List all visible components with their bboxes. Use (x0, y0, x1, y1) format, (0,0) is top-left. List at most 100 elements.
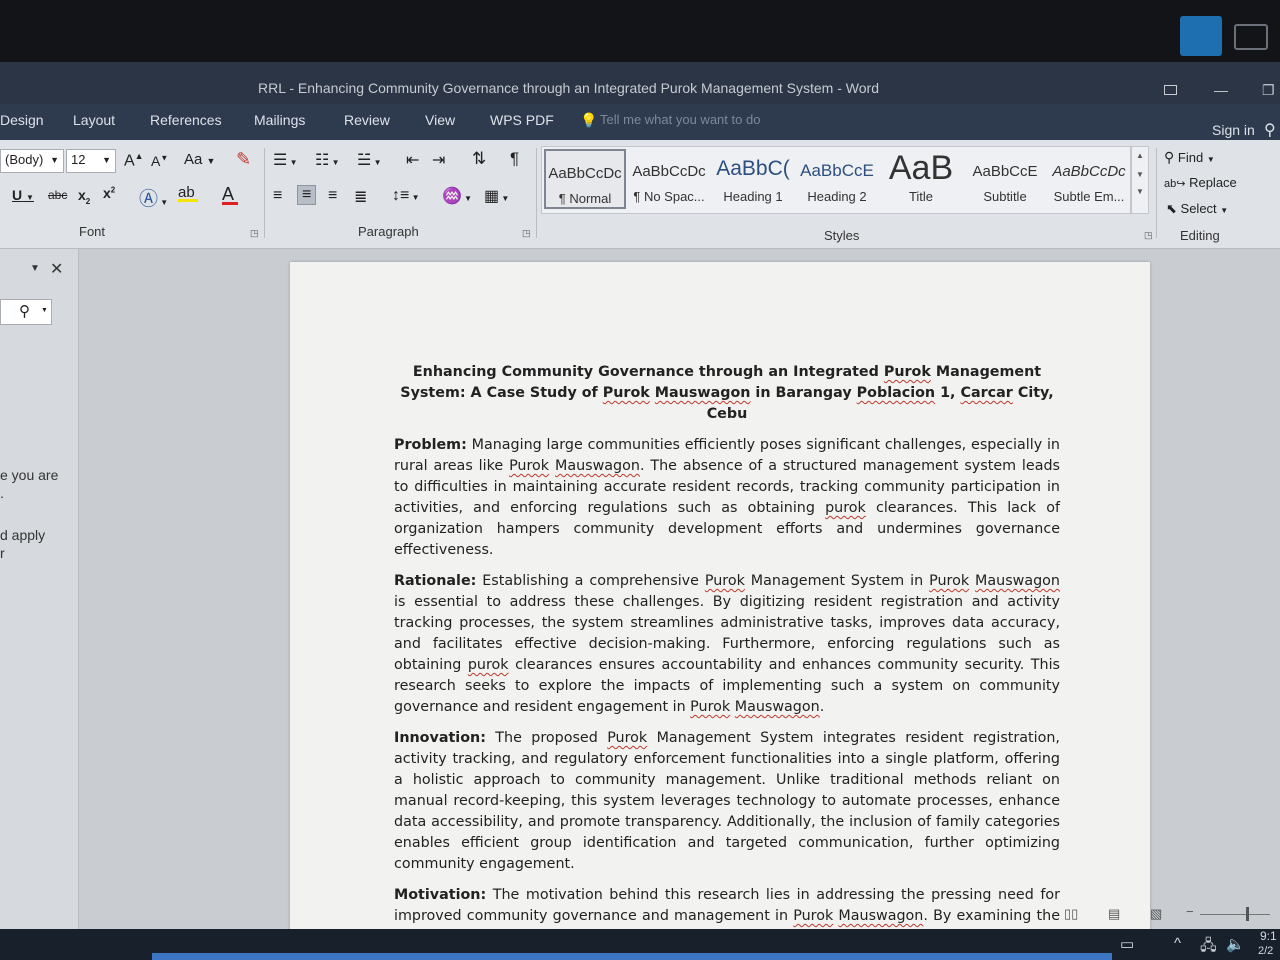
tab-mailings[interactable]: Mailings (254, 112, 305, 128)
tab-design[interactable]: Design (0, 112, 44, 128)
subscript-button[interactable]: x2 (78, 187, 90, 206)
underline-button[interactable]: U ▼ (12, 187, 34, 203)
group-divider (264, 148, 265, 238)
justify-icon[interactable]: ≣ (354, 187, 367, 207)
replace-button[interactable]: ab↪ Replace (1164, 175, 1237, 190)
font-name-dropdown[interactable]: (Body) ▼ (0, 149, 64, 173)
style-no-spacing[interactable]: AaBbCcDc ¶ No Spac... (628, 149, 710, 209)
ribbon-display-options-icon[interactable] (1164, 82, 1177, 98)
highlight-color-icon[interactable]: ab (178, 184, 198, 202)
nav-search-input[interactable]: ⚲ ▼ (0, 299, 52, 325)
spelling-flag[interactable]: purok (825, 500, 866, 516)
document-page[interactable]: Enhancing Community Governance through a… (290, 262, 1150, 932)
superscript-button[interactable]: x2 (103, 185, 115, 201)
font-size-dropdown[interactable]: 12 ▼ (66, 149, 116, 173)
tab-wps-pdf[interactable]: WPS PDF (490, 112, 554, 128)
spelling-flag[interactable]: Purok (607, 730, 647, 746)
style-sample: AaBbC( (716, 157, 790, 180)
font-color-icon[interactable]: A (222, 184, 238, 205)
underline-label: U (12, 187, 23, 203)
style-subtle-emphasis[interactable]: AaBbCcDc Subtle Em... (1048, 149, 1130, 209)
style-heading-2[interactable]: AaBbCcE Heading 2 (796, 149, 878, 209)
multilevel-list-icon[interactable]: ☱ ▼ (357, 150, 381, 170)
tab-layout[interactable]: Layout (73, 112, 115, 128)
network-icon[interactable]: 🖧 (1200, 935, 1217, 960)
tab-review[interactable]: Review (344, 112, 390, 128)
line-spacing-icon[interactable]: ↕≡ ▼ (392, 187, 419, 205)
align-left-icon[interactable]: ≡ (273, 187, 282, 205)
tab-references[interactable]: References (150, 112, 222, 128)
style-sample: AaBbCcE (800, 161, 874, 180)
chevron-down-icon[interactable]: ▼ (1132, 170, 1148, 179)
web-layout-icon[interactable]: ▧ (1150, 906, 1162, 922)
more-styles-icon[interactable]: ▼ (1132, 187, 1148, 196)
text-effects-icon[interactable]: Ⓐ ▼ (139, 184, 168, 211)
styles-dialog-launcher-icon[interactable]: ◳ (1144, 230, 1153, 241)
tell-me-search[interactable]: Tell me what you want to do (600, 112, 760, 127)
spelling-flag[interactable]: purok (468, 657, 509, 673)
volume-icon[interactable]: 🔈 (1226, 935, 1245, 953)
spelling-flag[interactable]: Purok (793, 908, 833, 924)
maximize-button[interactable]: ❐ (1262, 82, 1275, 99)
align-center-icon[interactable]: ≡ (297, 185, 317, 205)
shrink-font-button[interactable]: A▼ (151, 153, 168, 169)
paragraph-dialog-launcher-icon[interactable]: ◳ (522, 228, 531, 239)
style-heading-1[interactable]: AaBbC( Heading 1 (712, 149, 794, 209)
zoom-slider[interactable] (1200, 914, 1270, 915)
show-marks-icon[interactable]: ¶ (510, 149, 519, 169)
zoom-slider-thumb[interactable] (1246, 907, 1249, 921)
document-body[interactable]: Enhancing Community Governance through a… (394, 362, 1060, 932)
styles-gallery-scrollbar[interactable]: ▲ ▼ ▼ (1131, 146, 1149, 214)
spelling-flag[interactable]: Purok (690, 699, 730, 715)
style-title[interactable]: AaB Title (880, 149, 962, 209)
zoom-out-icon[interactable]: − (1186, 904, 1194, 919)
style-subtitle[interactable]: AaBbCcE Subtitle (964, 149, 1046, 209)
find-button[interactable]: ⚲ Find ▼ (1164, 149, 1215, 166)
print-layout-icon[interactable]: ▤ (1108, 906, 1120, 922)
borders-icon[interactable]: ▦ ▼ (484, 186, 509, 206)
read-mode-icon[interactable]: ▯▯ (1064, 906, 1078, 922)
editing-group-label: Editing (1180, 228, 1220, 243)
bullets-icon[interactable]: ☰ ▼ (273, 150, 297, 170)
font-dialog-launcher-icon[interactable]: ◳ (250, 228, 259, 239)
select-label: Select (1180, 201, 1217, 216)
pane-options-icon[interactable]: ▼ (30, 263, 40, 274)
increase-indent-icon[interactable]: ⇥ (432, 150, 445, 170)
sign-in-link[interactable]: Sign in (1212, 122, 1255, 138)
superscript-label: x (103, 185, 111, 201)
minimize-button[interactable]: — (1214, 82, 1228, 98)
spelling-flag[interactable]: Purok (603, 385, 650, 401)
numbering-icon[interactable]: ☷ ▼ (315, 150, 339, 170)
strikethrough-button[interactable]: abc (48, 188, 67, 202)
select-button[interactable]: ⬉ Select ▼ (1166, 201, 1228, 217)
spelling-flag[interactable]: Mauswagon (655, 385, 751, 401)
clock-date[interactable]: 2/2 (1258, 945, 1273, 957)
shading-icon[interactable]: ♒ ▼ (442, 186, 472, 206)
change-case-button[interactable]: Aa ▼ (184, 151, 215, 168)
chevron-up-icon[interactable]: ▲ (1132, 151, 1148, 160)
chevron-down-icon: ▼ (102, 155, 111, 165)
task-view-icon[interactable]: ▭ (1120, 935, 1134, 953)
spelling-flag[interactable]: Purok (884, 364, 931, 380)
decrease-indent-icon[interactable]: ⇤ (406, 150, 419, 170)
spelling-flag[interactable]: Mauswagon (975, 573, 1060, 589)
spelling-flag[interactable]: Mauswagon (555, 458, 640, 474)
tab-view[interactable]: View (425, 112, 455, 128)
clock-time[interactable]: 9:1 (1260, 929, 1277, 943)
chevron-up-icon[interactable]: ^ (1174, 935, 1181, 952)
spelling-flag[interactable]: Poblacion (857, 385, 935, 401)
spelling-flag[interactable]: Purok (509, 458, 549, 474)
spelling-flag[interactable]: Mauswagon (838, 908, 923, 924)
spelling-flag[interactable]: Carcar (960, 385, 1012, 401)
spelling-flag[interactable]: Mauswagon (735, 699, 820, 715)
share-icon[interactable]: ⚲ (1264, 120, 1276, 140)
spelling-flag[interactable]: Purok (929, 573, 969, 589)
close-icon[interactable]: ✕ (50, 259, 63, 279)
grow-font-label: A (124, 152, 135, 170)
grow-font-button[interactable]: A▲ (124, 151, 144, 170)
style-normal[interactable]: AaBbCcDc ¶ Normal (544, 149, 626, 209)
clear-formatting-icon[interactable]: ✎ (236, 149, 251, 170)
spelling-flag[interactable]: Purok (705, 573, 745, 589)
sort-icon[interactable]: ⇅ (472, 149, 486, 169)
align-right-icon[interactable]: ≡ (328, 187, 337, 205)
